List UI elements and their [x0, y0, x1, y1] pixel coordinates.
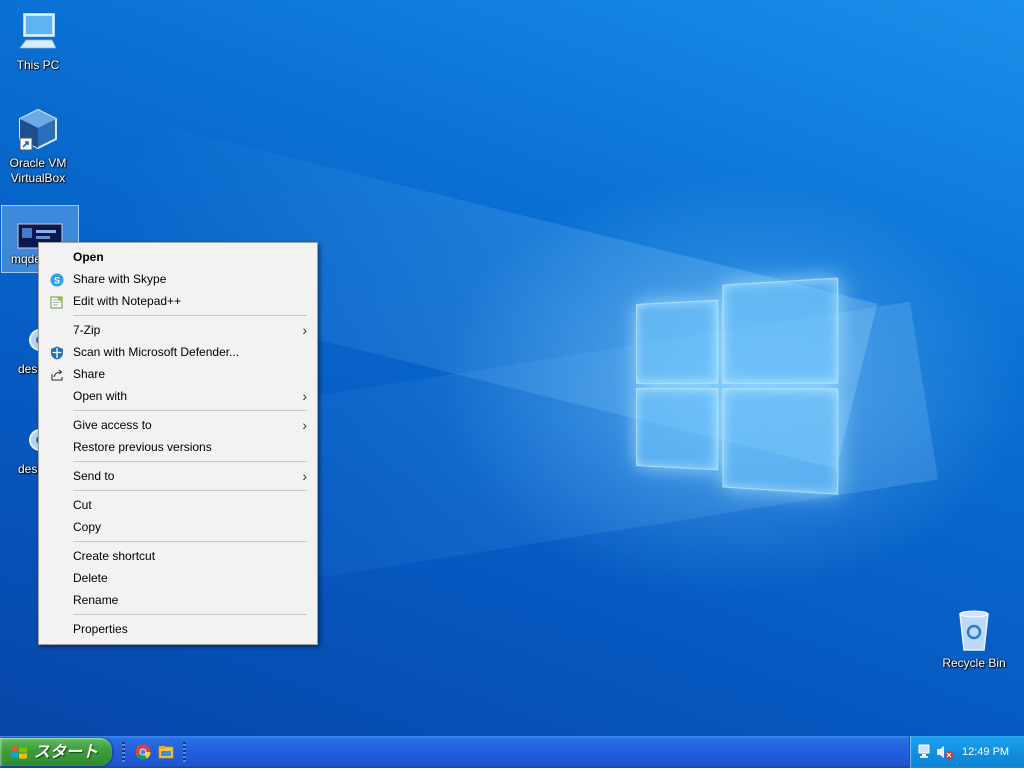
menu-item-share-with-skype[interactable]: S Share with Skype [39, 268, 317, 290]
desktop-icon-label-line1: Oracle VM [9, 156, 67, 170]
menu-item-open-with[interactable]: Open with › [39, 385, 317, 407]
computer-icon [14, 8, 62, 56]
desktop-icon-virtualbox[interactable]: Oracle VM VirtualBox [0, 106, 76, 186]
menu-item-give-access[interactable]: Give access to › [39, 414, 317, 436]
chevron-right-icon: › [302, 322, 307, 338]
menu-separator [73, 614, 307, 615]
menu-separator [73, 410, 307, 411]
chevron-right-icon: › [302, 468, 307, 484]
windows-flag-icon [10, 743, 28, 761]
menu-item-open[interactable]: Open [39, 246, 317, 268]
menu-item-create-shortcut[interactable]: Create shortcut [39, 545, 317, 567]
menu-item-7zip[interactable]: 7-Zip › [39, 319, 317, 341]
menu-item-delete[interactable]: Delete [39, 567, 317, 589]
desktop-icon-this-pc[interactable]: This PC [0, 8, 76, 73]
recycle-bin-icon [950, 606, 998, 654]
menu-separator [73, 490, 307, 491]
desktop-icon-label-line2: VirtualBox [10, 171, 66, 185]
menu-item-copy[interactable]: Copy [39, 516, 317, 538]
desktop-icon-label: This PC [16, 58, 60, 72]
menu-separator [73, 461, 307, 462]
system-tray: 12:49 PM [909, 736, 1024, 768]
skype-icon: S [50, 272, 64, 287]
network-icon[interactable] [918, 744, 936, 763]
menu-separator [73, 541, 307, 542]
svg-text:S: S [54, 276, 60, 286]
taskbar: スタート 12:49 PM [0, 736, 1024, 768]
desktop-icon-label: Recycle Bin [942, 656, 1006, 670]
chrome-icon[interactable] [135, 744, 151, 760]
menu-item-restore-versions[interactable]: Restore previous versions [39, 436, 317, 458]
context-menu: Open S Share with Skype Edit with Notepa… [38, 242, 318, 645]
chevron-right-icon: › [302, 417, 307, 433]
menu-item-scan-defender[interactable]: Scan with Microsoft Defender... [39, 341, 317, 363]
defender-shield-icon [50, 345, 64, 360]
windows-logo-wallpaper [636, 277, 839, 495]
toolbar-grip[interactable] [183, 742, 186, 762]
menu-item-send-to[interactable]: Send to › [39, 465, 317, 487]
desktop-icon-recycle-bin[interactable]: Recycle Bin [936, 606, 1012, 671]
desktop[interactable]: This PC Oracle VM VirtualBox mqde desk d… [0, 0, 1024, 736]
start-label: スタート [34, 742, 99, 761]
toolbar-grip[interactable] [122, 742, 125, 762]
menu-item-edit-notepadpp[interactable]: Edit with Notepad++ [39, 290, 317, 312]
menu-separator [73, 315, 307, 316]
virtualbox-icon [14, 106, 62, 154]
menu-item-rename[interactable]: Rename [39, 589, 317, 611]
menu-item-properties[interactable]: Properties [39, 618, 317, 640]
start-button[interactable]: スタート [0, 738, 112, 766]
volume-muted-icon[interactable] [936, 744, 954, 763]
share-icon [50, 367, 64, 381]
notepadpp-icon [50, 294, 64, 309]
clock[interactable]: 12:49 PM [962, 736, 1009, 768]
menu-item-share[interactable]: Share [39, 363, 317, 385]
menu-item-cut[interactable]: Cut [39, 494, 317, 516]
chevron-right-icon: › [302, 388, 307, 404]
file-explorer-icon[interactable] [158, 744, 174, 760]
